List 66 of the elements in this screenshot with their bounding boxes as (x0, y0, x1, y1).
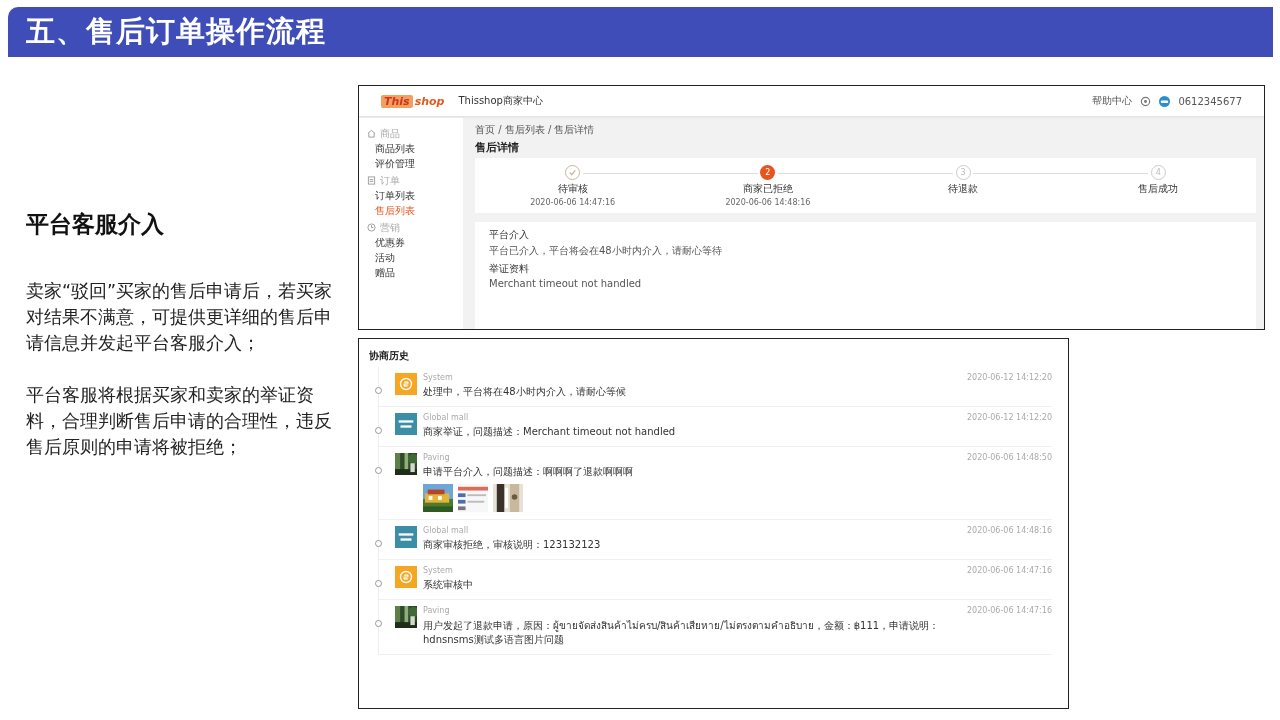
settings-icon[interactable] (1140, 95, 1152, 107)
breadcrumb: 首页 / 售后列表 / 售后详情 (475, 123, 596, 137)
author-name: Paving (423, 606, 451, 615)
app-title: Thisshop商家中心 (458, 94, 543, 108)
history-time: 2020-06-12 14:12:20 (967, 413, 1052, 422)
history-message: 系统审核中 (423, 578, 474, 592)
history-message: 处理中，平台将在48小时内介入，请耐心等候 (423, 385, 627, 399)
section-heading: 平台客服介入 (26, 210, 165, 239)
system-icon (395, 373, 417, 395)
paragraph: 平台客服将根据买家和卖家的举证资料，合理判断售后申请的合理性，违反售后原则的申请将被拒绝； (26, 384, 333, 459)
avatar-icon (1159, 95, 1171, 107)
history-message: 商家举证，问题描述：Merchant timeout not handled (423, 425, 677, 439)
author-name: Global mall (423, 413, 470, 422)
step-label: 售后成功 (1138, 182, 1179, 196)
sidebar-item[interactable]: 订单列表 (367, 188, 463, 203)
history-message: 商家审核拒绝，审核说明：123132123 (423, 538, 602, 552)
step-label: 待退款 (948, 182, 979, 196)
sidebar-item[interactable]: 优惠券 (367, 235, 463, 250)
evidence-text: Merchant timeout not handled (489, 278, 643, 289)
panel-text: 平台已介入，平台将会在48小时内介入，请耐心等待 (489, 244, 723, 258)
history-message: 用户发起了退款申请，原因：ผู้ขายจัดส่งสินค้าไม่ครบ/สินค้าเสียหาย/ไม่ตรงตามคำอธิบาย，金额：฿111，申请说明：hdnsnsms测试多语言图片问题 (423, 619, 941, 647)
sidebar-item[interactable]: 赠品 (367, 265, 463, 280)
document-icon (367, 176, 376, 185)
page-title: 售后详情 (475, 140, 520, 155)
step-circle: 2 (760, 165, 776, 180)
author-name: System (423, 373, 454, 382)
slide-title: 五、售后订单操作流程 (26, 13, 326, 50)
history-time: 2020-06-06 14:48:50 (967, 453, 1052, 462)
timeline-dot (375, 427, 382, 434)
sidebar-group: 商品 (380, 126, 400, 141)
account-number: 0612345677 (1178, 95, 1242, 107)
timeline-dot (375, 620, 382, 627)
sidebar-group: 营销 (380, 220, 400, 235)
sidebar-item[interactable]: 商品列表 (367, 141, 463, 156)
step-label: 商家已拒绝 (742, 182, 793, 196)
step-time: 2020-06-06 14:47:16 (530, 198, 616, 207)
author-name: System (423, 566, 454, 575)
store-logo-icon (395, 413, 417, 435)
history-time: 2020-06-06 14:47:16 (967, 606, 1052, 615)
clock-icon (367, 223, 376, 232)
evidence-title: 举证资料 (489, 262, 530, 276)
logo-word: shop (414, 94, 445, 108)
history-message: 申请平台介入，问题描述：啊啊啊了退款啊啊啊 (423, 465, 634, 479)
logo-tag: This (381, 94, 413, 108)
store-logo-icon (395, 526, 417, 548)
help-link[interactable]: 帮助中心 (1092, 94, 1133, 108)
history-time: 2020-06-12 14:12:20 (967, 373, 1052, 382)
timeline-dot (375, 580, 382, 587)
step-label: 待审核 (557, 182, 588, 196)
history-time: 2020-06-06 14:48:16 (967, 526, 1052, 535)
step-time: 2020-06-06 14:48:16 (725, 198, 811, 207)
paragraph: 卖家“驳回”买家的售后申请后，若买家对结果不满意，可提供更详细的售后申请信息并发起平台客服介入； (26, 280, 334, 355)
sidebar-item[interactable]: 活动 (367, 250, 463, 265)
system-icon (395, 566, 417, 588)
sidebar-item[interactable]: 评价管理 (367, 156, 463, 171)
sidebar-item[interactable]: 售后列表 (367, 203, 463, 218)
author-name: Paving (423, 453, 451, 462)
home-icon (367, 129, 376, 138)
panel-title: 平台介入 (489, 228, 530, 242)
timeline-dot (375, 467, 382, 474)
timeline-dot (375, 387, 382, 394)
history-time: 2020-06-06 14:47:16 (967, 566, 1052, 575)
author-name: Global mall (423, 526, 470, 535)
timeline-dot (375, 540, 382, 547)
sidebar-group: 订单 (380, 173, 400, 188)
history-title: 协商历史 (369, 349, 410, 363)
